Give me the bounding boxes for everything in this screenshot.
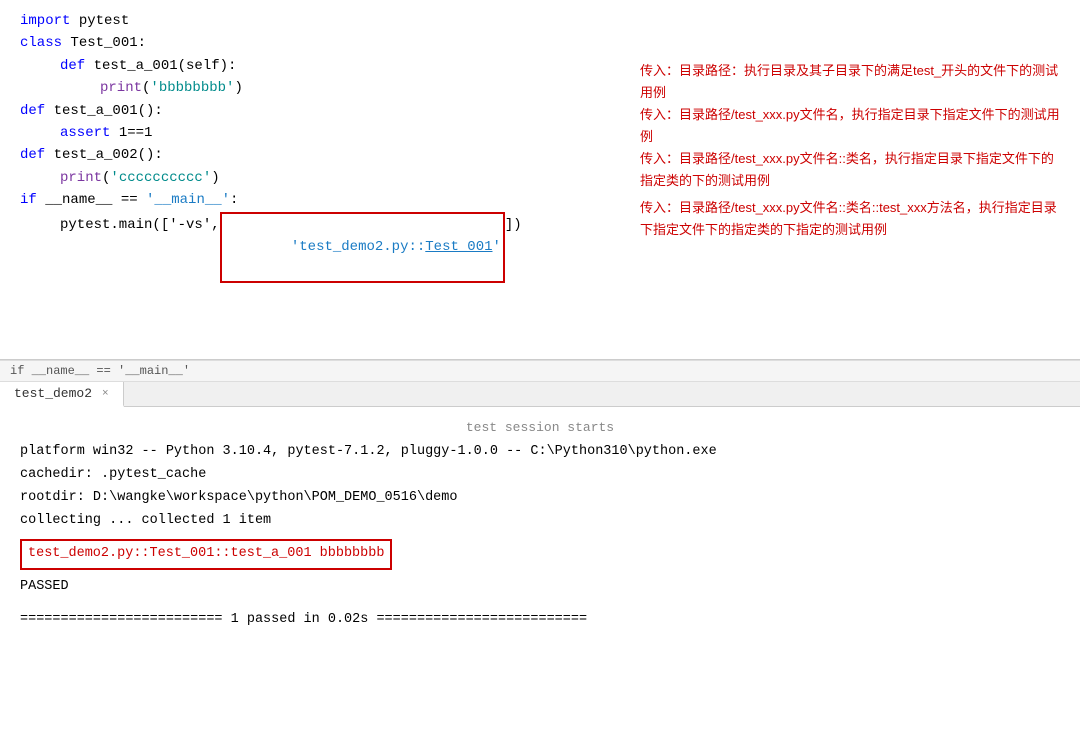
keyword-if: if [20, 189, 37, 211]
code-text: ]) [505, 214, 522, 236]
term-result-text: test_demo2.py::Test_001::test_a_001 bbbb… [28, 546, 384, 561]
keyword-assert: assert [60, 122, 110, 144]
tab-bar: test_demo2 × [0, 382, 1080, 407]
code-text: pytest.main([ [60, 214, 169, 236]
code-text: 1==1 [110, 122, 152, 144]
annotation-line-4: 传入：目录路径/test_xxx.py文件名::类名::test_xxx方法名，… [640, 197, 1060, 241]
term-passed: PASSED [20, 576, 1060, 599]
code-text: ) [211, 167, 219, 189]
term-cachedir: cachedir: .pytest_cache [20, 464, 1060, 487]
term-summary: ========================= 1 passed in 0.… [20, 609, 1060, 632]
builtin-print: print [60, 167, 102, 189]
annotation-line-3: 传入：目录路径/test_xxx.py文件名::类名，执行指定目录下指定文件下的… [640, 148, 1060, 192]
terminal-section: test session starts platform win32 -- Py… [0, 407, 1080, 642]
term-rootdir: rootdir: D:\wangke\workspace\python\POM_… [20, 487, 1060, 510]
keyword-def: def [60, 55, 85, 77]
builtin-print: print [100, 77, 142, 99]
term-collecting: collecting ... collected 1 item [20, 510, 1060, 533]
tab-label: test_demo2 [14, 386, 92, 401]
code-text: __name__ == [37, 189, 146, 211]
code-line-1: import pytest [20, 10, 1060, 32]
code-text: ( [102, 167, 110, 189]
code-line-2: class Test_001: [20, 32, 1060, 54]
editor-section: import pytest class Test_001: def test_a… [0, 0, 1080, 360]
code-text: ) [234, 77, 242, 99]
string-literal: 'test_demo2.py:: [291, 239, 425, 255]
code-text: Test_001: [62, 32, 146, 54]
keyword-def: def [20, 144, 45, 166]
keyword-import: import [20, 10, 70, 32]
term-result-highlight: test_demo2.py::Test_001::test_a_001 bbbb… [20, 539, 392, 570]
breadcrumb-text: if __name__ == '__main__' [10, 364, 190, 378]
keyword-def: def [20, 100, 45, 122]
code-text: pytest [70, 10, 129, 32]
code-text: test_a_002(): [45, 144, 163, 166]
annotation-box: 传入：目录路径：执行目录及其子目录下的满足test_开头的文件下的测试用例 传入… [640, 60, 1060, 241]
string-literal: 'cccccccccc' [110, 167, 211, 189]
keyword-class: class [20, 32, 62, 54]
code-text: test_a_001(self): [85, 55, 236, 77]
string-literal-end: ' [493, 239, 501, 255]
string-literal-underline: Test_001 [425, 239, 492, 255]
code-text: : [230, 189, 238, 211]
code-text: ( [142, 77, 150, 99]
string-literal: 'bbbbbbbb' [150, 77, 234, 99]
term-result-box: test_demo2.py::Test_001::test_a_001 bbbb… [20, 539, 1060, 570]
tab-close-icon[interactable]: × [102, 388, 109, 400]
annotation-line-1: 传入：目录路径：执行目录及其子目录下的满足test_开头的文件下的测试用例 [640, 60, 1060, 104]
term-platform: platform win32 -- Python 3.10.4, pytest-… [20, 441, 1060, 464]
annotation-line-2: 传入：目录路径/test_xxx.py文件名，执行指定目录下指定文件下的测试用例 [640, 104, 1060, 148]
code-text: test_a_001(): [45, 100, 163, 122]
tab-test-demo2[interactable]: test_demo2 × [0, 382, 124, 407]
string-literal: '__main__' [146, 189, 230, 211]
breadcrumb-bar: if __name__ == '__main__' [0, 360, 1080, 382]
term-session-start: test session starts [20, 417, 1060, 439]
highlighted-arg: 'test_demo2.py::Test_001' [220, 212, 505, 283]
code-text: '-vs', [169, 214, 219, 236]
